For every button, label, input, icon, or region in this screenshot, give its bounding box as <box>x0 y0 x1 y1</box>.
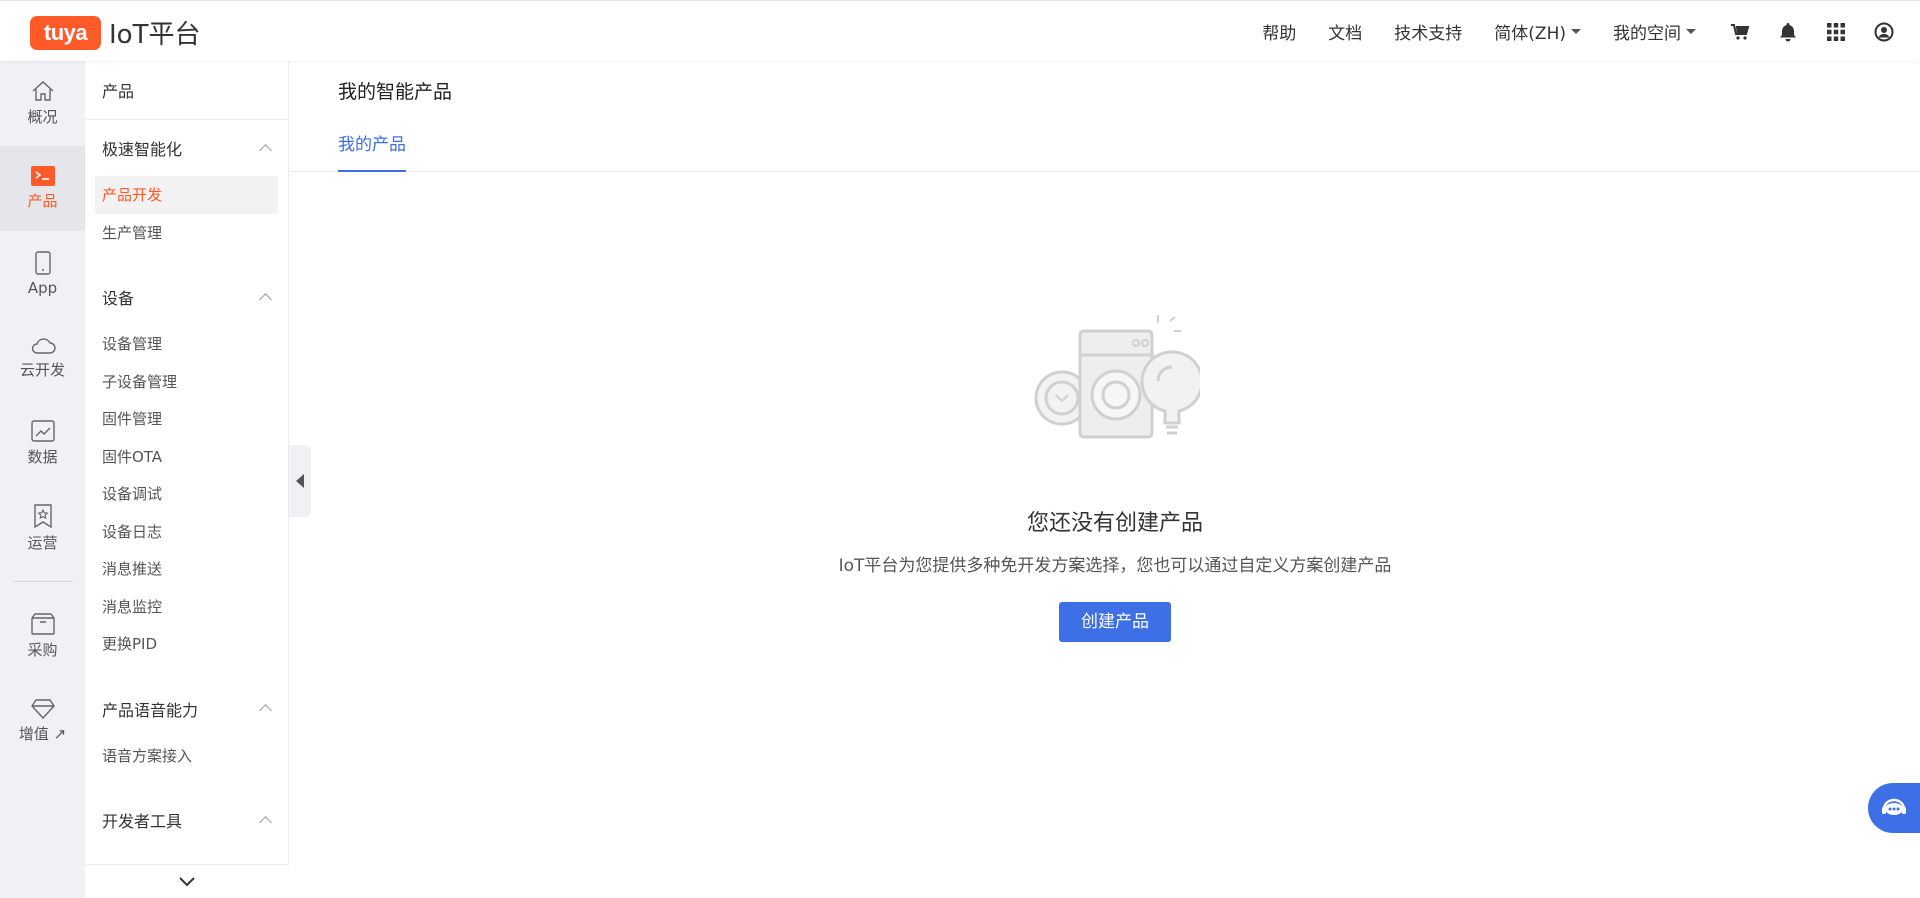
platform-title: IoT平台 <box>109 20 201 50</box>
rail-item-operations[interactable]: 运营 <box>0 486 85 571</box>
home-icon <box>32 81 53 101</box>
rail-item-label: 采购 <box>27 641 58 659</box>
sidebar-group-device[interactable]: 设备 <box>85 269 288 325</box>
top-nav: 帮助 文档 技术支持 简体(ZH) 我的空间 <box>1262 1 1920 62</box>
top-header: tuya IoT平台 帮助 文档 技术支持 简体(ZH) 我的空间 <box>0 0 1920 61</box>
sidebar-title: 产品 <box>85 61 288 120</box>
empty-state: 您还没有创建产品 IoT平台为您提供多种免开发方案选择，您也可以通过自定义方案创… <box>290 311 1920 642</box>
sidebar-item-production-mgmt[interactable]: 生产管理 <box>95 214 278 252</box>
chevron-up-icon <box>259 704 272 717</box>
rail-item-label: 产品 <box>27 192 58 210</box>
rail-item-label: 概况 <box>27 108 58 126</box>
chevron-down-icon <box>179 876 195 886</box>
rail-item-label: 云开发 <box>19 361 65 379</box>
main-nav-rail: 概况 产品 App 云开发 数据 运营 采购 增值 ↗ <box>0 61 85 898</box>
rail-item-cloud-dev[interactable]: 云开发 <box>0 316 85 401</box>
external-link-icon: ↗ <box>48 725 67 743</box>
language-label: 简体(ZH) <box>1494 24 1566 44</box>
sidebar-item-device-log[interactable]: 设备日志 <box>95 513 278 551</box>
rail-item-label: 运营 <box>27 534 58 552</box>
rail-item-value-added[interactable]: 增值 ↗ <box>0 679 85 764</box>
phone-icon <box>34 250 51 275</box>
space-label: 我的空间 <box>1613 24 1681 44</box>
terminal-icon <box>30 166 55 186</box>
chevron-down-icon <box>1686 29 1696 34</box>
chevron-up-icon <box>259 815 272 829</box>
sidebar-item-message-monitor[interactable]: 消息监控 <box>95 588 278 626</box>
main-content: 我的智能产品 我的产品 您还没有创建产品 IoT平台为您提供多种免开发方案选择，… <box>290 61 1920 898</box>
chevron-up-icon <box>259 143 272 157</box>
chevron-up-icon <box>259 292 272 306</box>
support-chat-button[interactable] <box>1868 783 1920 833</box>
sidebar-scroll-down[interactable] <box>85 864 289 898</box>
sidebar-item-subdevice-mgmt[interactable]: 子设备管理 <box>95 363 278 401</box>
rail-divider <box>12 581 73 582</box>
sidebar-group-dev-tools[interactable]: 开发者工具 <box>85 792 288 848</box>
nav-tech-support[interactable]: 技术支持 <box>1394 19 1462 44</box>
bell-icon[interactable] <box>1776 20 1800 44</box>
bookmark-star-icon <box>33 504 52 528</box>
chevron-down-icon <box>1571 29 1581 34</box>
user-avatar-icon[interactable] <box>1872 20 1896 44</box>
product-sidebar: 产品 极速智能化 产品开发 生产管理 设备 设备管理 子设备管理 固件管理 固件… <box>85 61 289 898</box>
sidebar-group-label: 产品语音能力 <box>102 700 199 720</box>
space-dropdown[interactable]: 我的空间 <box>1613 19 1696 44</box>
rail-item-app[interactable]: App <box>0 231 85 316</box>
tab-bar: 我的产品 <box>290 130 1920 172</box>
sidebar-item-firmware-mgmt[interactable]: 固件管理 <box>95 400 278 438</box>
language-dropdown[interactable]: 简体(ZH) <box>1494 19 1581 44</box>
sidebar-group-label: 极速智能化 <box>102 140 183 159</box>
rail-item-label: 增值 ↗ <box>18 725 67 743</box>
create-product-button[interactable]: 创建产品 <box>1059 602 1171 642</box>
tuya-logo-badge: tuya <box>30 15 101 50</box>
apps-grid-icon[interactable] <box>1824 20 1848 44</box>
rail-item-label: 数据 <box>27 448 58 466</box>
sidebar-group-quick-smart[interactable]: 极速智能化 <box>85 120 288 176</box>
cloud-icon <box>31 338 56 354</box>
rail-item-overview[interactable]: 概况 <box>0 61 85 146</box>
empty-products-illustration-icon <box>1034 315 1204 439</box>
sidebar-item-device-mgmt[interactable]: 设备管理 <box>95 325 278 363</box>
nav-help[interactable]: 帮助 <box>1262 19 1296 44</box>
chat-support-icon <box>1882 798 1906 815</box>
sidebar-item-message-push[interactable]: 消息推送 <box>95 550 278 588</box>
box-icon <box>30 613 55 635</box>
chart-icon <box>30 420 55 442</box>
sidebar-group-voice[interactable]: 产品语音能力 <box>85 681 288 737</box>
page-title: 我的智能产品 <box>338 81 453 103</box>
rail-item-data[interactable]: 数据 <box>0 401 85 486</box>
empty-state-title: 您还没有创建产品 <box>1026 511 1203 536</box>
sidebar-group-label: 开发者工具 <box>102 812 183 831</box>
sidebar-item-voice-access[interactable]: 语音方案接入 <box>95 737 278 775</box>
logo[interactable]: tuya IoT平台 <box>30 14 200 51</box>
cart-icon[interactable] <box>1728 20 1752 44</box>
sidebar-item-product-dev[interactable]: 产品开发 <box>95 176 278 214</box>
sidebar-item-device-debug[interactable]: 设备调试 <box>95 475 278 513</box>
rail-item-label: App <box>27 278 58 297</box>
rail-item-products[interactable]: 产品 <box>0 146 85 231</box>
sidebar-item-firmware-ota[interactable]: 固件OTA <box>95 438 278 476</box>
rail-item-purchase[interactable]: 采购 <box>0 594 85 679</box>
tab-my-products[interactable]: 我的产品 <box>338 130 406 172</box>
sidebar-item-change-pid[interactable]: 更换PID <box>95 625 278 663</box>
nav-docs[interactable]: 文档 <box>1328 19 1362 44</box>
sidebar-group-label: 设备 <box>102 289 135 308</box>
empty-state-description: IoT平台为您提供多种免开发方案选择，您也可以通过自定义方案创建产品 <box>838 556 1392 576</box>
diamond-icon <box>30 699 55 719</box>
